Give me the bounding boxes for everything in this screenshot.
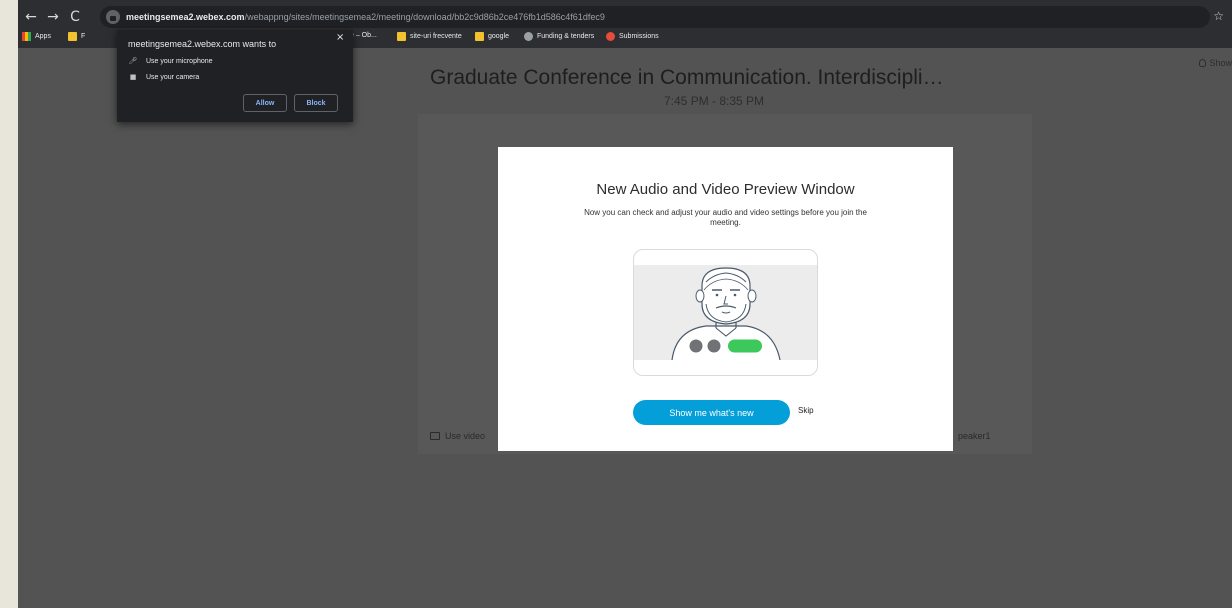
bookmark-label: F xyxy=(81,33,86,40)
forward-button[interactable]: → xyxy=(44,9,62,25)
back-button[interactable]: ← xyxy=(22,9,40,25)
folder-icon xyxy=(397,32,406,41)
microphone-icon: 🎤︎ xyxy=(128,57,138,65)
bookmark-label: site-uri frecvente xyxy=(410,33,462,40)
bookmark-site-uri-frecvente[interactable]: site-uri frecvente xyxy=(397,32,462,41)
url-path: /webappng/sites/meetingsemea2/meeting/do… xyxy=(244,12,605,22)
block-button[interactable]: Block xyxy=(294,94,338,112)
permission-microphone: 🎤︎ Use your microphone xyxy=(128,57,213,65)
preview-window-modal: New Audio and Video Preview Window Now y… xyxy=(498,147,953,451)
globe-icon xyxy=(524,32,533,41)
lock-icon[interactable] xyxy=(106,10,120,24)
use-video-system-button[interactable]: Use video xyxy=(430,431,485,441)
bookmark-f[interactable]: F xyxy=(68,32,85,41)
browser-window: ← → C meetingsemea2.webex.com /webappng/… xyxy=(18,0,1232,608)
address-bar: ← → C meetingsemea2.webex.com /webappng/… xyxy=(18,6,1232,28)
permission-camera: ■ Use your camera xyxy=(128,73,200,81)
url-field[interactable]: meetingsemea2.webex.com /webappng/sites/… xyxy=(100,6,1210,28)
lightbulb-icon xyxy=(1199,59,1207,67)
permission-popup: meetingsemea2.webex.com wants to × 🎤︎ Use… xyxy=(117,30,353,122)
webex-page: Graduate Conference in Communication. In… xyxy=(18,48,1232,608)
folder-icon xyxy=(475,32,484,41)
apps-grid-icon xyxy=(22,32,31,41)
permission-title: meetingsemea2.webex.com wants to xyxy=(128,39,277,49)
permission-camera-label: Use your camera xyxy=(146,73,200,81)
speaker-label[interactable]: peaker1 xyxy=(958,431,991,441)
bookmark-label: Apps xyxy=(35,33,51,40)
modal-title: New Audio and Video Preview Window xyxy=(596,181,855,198)
permission-microphone-label: Use your microphone xyxy=(146,57,213,65)
meeting-title: Graduate Conference in Communication. In… xyxy=(430,66,944,89)
bookmark-funding-tenders[interactable]: Funding & tenders xyxy=(524,32,594,41)
person-preview-illustration xyxy=(633,249,818,376)
bookmark-label: google xyxy=(488,33,510,40)
camera-icon: ■ xyxy=(129,73,137,81)
cast-icon xyxy=(430,432,440,440)
use-video-label: Use video xyxy=(445,431,486,441)
bookmark-submissions[interactable]: Submissions xyxy=(606,32,659,41)
close-icon[interactable]: × xyxy=(336,32,344,43)
reload-button[interactable]: C xyxy=(66,9,84,25)
red-circle-icon xyxy=(606,32,615,41)
allow-button[interactable]: Allow xyxy=(243,94,287,112)
bookmark-apps[interactable]: Apps xyxy=(22,32,51,41)
show-link-label: Show xyxy=(1209,58,1232,68)
bookmark-label: Funding & tenders xyxy=(537,33,595,40)
show-whats-new-button[interactable]: Show me what's new xyxy=(633,400,790,425)
person-avatar-icon xyxy=(671,267,781,361)
url-host: meetingsemea2.webex.com xyxy=(126,12,245,22)
show-tips-link[interactable]: Show xyxy=(1199,58,1232,68)
modal-description: Now you can check and adjust your audio … xyxy=(584,208,867,227)
skip-link[interactable]: Skip xyxy=(798,406,814,415)
bookmark-google[interactable]: google xyxy=(475,32,509,41)
bookmark-star-icon[interactable]: ☆ xyxy=(1213,9,1224,23)
folder-icon xyxy=(68,32,77,41)
bookmark-label: Submissions xyxy=(619,33,659,40)
meeting-time: 7:45 PM - 8:35 PM xyxy=(664,94,765,108)
